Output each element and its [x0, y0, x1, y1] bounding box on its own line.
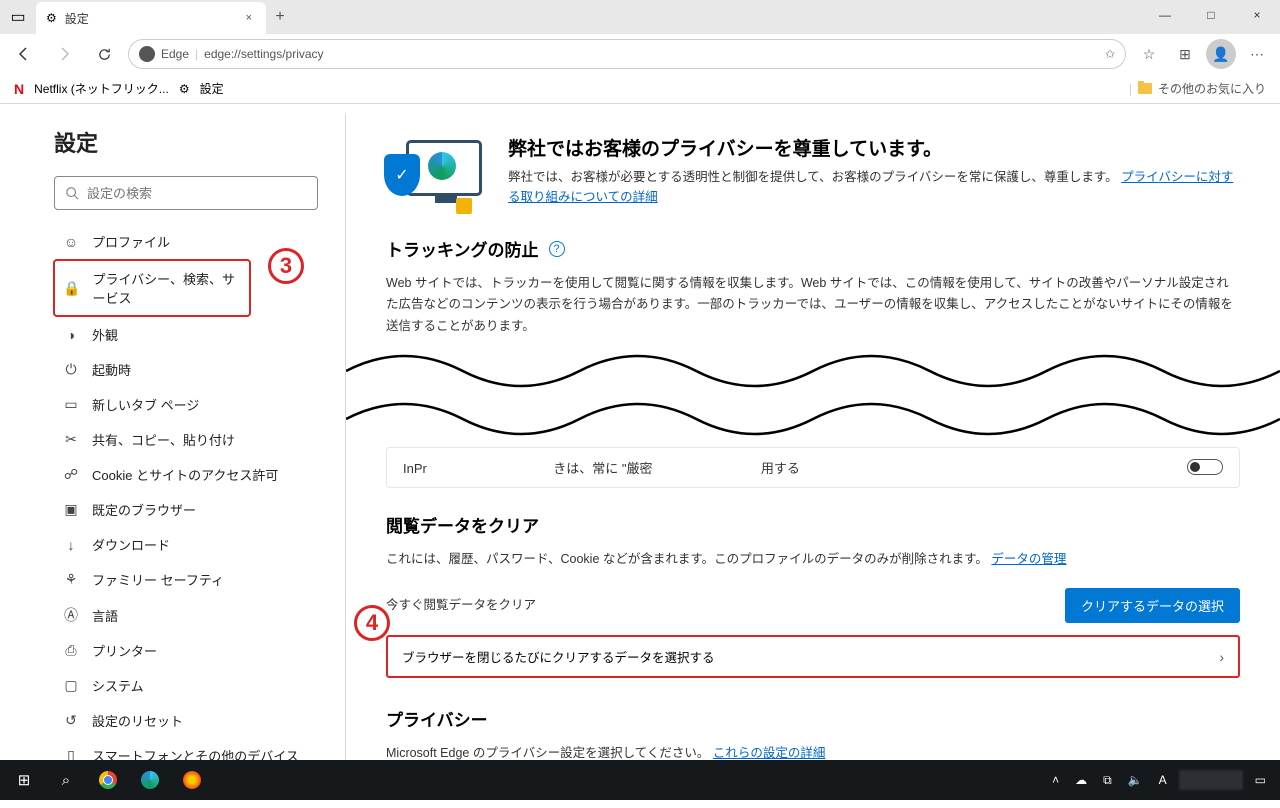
settings-main: ✓ 弊社ではお客様のプライバシーを尊重しています。 弊社では、お客様が必要とする… — [346, 104, 1280, 760]
sidebar-item-startup[interactable]: ⏻起動時 — [54, 352, 315, 387]
settings-sidebar: 設定 ☺プロファイル 🔒プライバシー、検索、サービス ◑外観 ⏻起動時 ▭新しい… — [0, 104, 345, 760]
edge-icon — [141, 771, 159, 789]
privacy-badge-icon: ✓ — [386, 134, 478, 210]
language-icon: Ⓐ — [62, 605, 80, 625]
taskbar-search[interactable]: ⌕ — [46, 760, 86, 800]
firefox-icon — [183, 771, 201, 789]
reading-mode-icon[interactable]: ✩ — [1105, 47, 1115, 61]
sidebar-heading: 設定 — [54, 126, 315, 158]
gear-icon: ⚙ — [46, 11, 57, 25]
sidebar-item-printer[interactable]: ⎙プリンター — [54, 633, 315, 668]
folder-icon — [1138, 83, 1152, 94]
browser-icon: ▣ — [62, 501, 80, 518]
tracking-description: Web サイトでは、トラッカーを使用して閲覧に関する情報を収集します。Web サ… — [386, 273, 1240, 337]
favorite-icon[interactable]: ☆ — [1134, 39, 1164, 69]
privacy-heading: プライバシー — [386, 706, 1240, 731]
hero-title: 弊社ではお客様のプライバシーを尊重しています。 — [508, 134, 1240, 161]
sidebar-item-default[interactable]: ▣既定のブラウザー — [54, 492, 315, 527]
fav-settings[interactable]: 設定 — [200, 80, 224, 97]
back-button[interactable] — [8, 38, 40, 70]
tab-title: 設定 — [65, 10, 234, 27]
search-input[interactable] — [54, 176, 318, 210]
window-titlebar: ▭ ⚙ 設定 × + — □ × — [0, 0, 1280, 34]
lock-icon: 🔒 — [63, 280, 80, 297]
sidebar-item-privacy[interactable]: 🔒プライバシー、検索、サービス — [53, 259, 251, 317]
info-icon[interactable]: ? — [549, 241, 565, 257]
sidebar-item-newtab[interactable]: ▭新しいタブ ページ — [54, 387, 315, 422]
refresh-button[interactable] — [88, 38, 120, 70]
search-icon — [65, 186, 79, 200]
tray-network-icon[interactable]: ⧉ — [1099, 773, 1116, 788]
inprivate-strict-row: InPr きは、常に "厳密 用する — [386, 447, 1240, 488]
window-close-button[interactable]: × — [1234, 0, 1280, 30]
privacy-settings-link[interactable]: これらの設定の詳細 — [713, 746, 826, 760]
sidebar-item-reset[interactable]: ↺設定のリセット — [54, 703, 315, 738]
annotation-4: 4 — [354, 605, 390, 641]
tray-volume-icon[interactable]: 🔈 — [1124, 773, 1147, 787]
printer-icon: ⎙ — [62, 642, 80, 659]
tab-icon: ▭ — [62, 396, 80, 413]
profile-icon: ☺ — [62, 234, 80, 250]
address-bar[interactable]: Edge | edge://settings/privacy ✩ — [128, 39, 1126, 69]
forward-button[interactable] — [48, 38, 80, 70]
clear-now-label: 今すぐ閲覧データをクリア — [386, 595, 536, 616]
power-icon: ⏻ — [62, 361, 80, 378]
edge-icon — [139, 46, 155, 62]
collections-icon[interactable]: ⊞ — [1170, 39, 1200, 69]
cookie-icon: ☍ — [62, 466, 80, 483]
gear-icon: ⚙ — [179, 82, 190, 96]
close-icon[interactable]: × — [242, 10, 256, 26]
profile-avatar[interactable]: 👤 — [1206, 39, 1236, 69]
chevron-right-icon: › — [1219, 649, 1224, 665]
clear-data-heading: 閲覧データをクリア — [386, 512, 1240, 537]
favorites-bar: N Netflix (ネットフリック... ⚙ 設定 | その他のお気に入り — [0, 74, 1280, 104]
toggle-switch[interactable] — [1187, 459, 1223, 475]
appearance-icon: ◑ — [62, 327, 80, 343]
browser-toolbar: Edge | edge://settings/privacy ✩ ☆ ⊞ 👤 ⋯ — [0, 34, 1280, 74]
taskbar-chrome[interactable] — [88, 760, 128, 800]
minimize-button[interactable]: — — [1142, 0, 1188, 30]
choose-clear-button[interactable]: クリアするデータの選択 — [1065, 588, 1240, 623]
sidebar-item-appearance[interactable]: ◑外観 — [54, 317, 315, 352]
sidebar-item-share[interactable]: ✂共有、コピー、貼り付け — [54, 422, 315, 457]
taskbar-edge[interactable] — [130, 760, 170, 800]
content-omitted-wave — [346, 341, 1280, 441]
reset-icon: ↺ — [62, 712, 80, 729]
share-icon: ✂ — [62, 431, 80, 448]
sidebar-item-downloads[interactable]: ↓ダウンロード — [54, 527, 315, 562]
tab-actions-icon[interactable]: ▭ — [0, 0, 36, 34]
system-icon: ▢ — [62, 677, 80, 694]
sidebar-item-cookies[interactable]: ☍Cookie とサイトのアクセス許可 — [54, 457, 315, 492]
clock-blurred — [1179, 770, 1243, 790]
taskbar-firefox[interactable] — [172, 760, 212, 800]
sidebar-item-family[interactable]: ⚘ファミリー セーフティ — [54, 562, 315, 597]
new-tab-button[interactable]: + — [266, 8, 294, 26]
fav-other[interactable]: その他のお気に入り — [1158, 80, 1266, 97]
tray-onedrive-icon[interactable]: ☁ — [1071, 773, 1091, 787]
manage-data-link[interactable]: データの管理 — [991, 552, 1066, 566]
ime-indicator[interactable]: A — [1155, 773, 1171, 787]
download-icon: ↓ — [62, 537, 80, 553]
chrome-icon — [99, 771, 117, 789]
sidebar-item-language[interactable]: Ⓐ言語 — [54, 597, 315, 633]
browser-tab[interactable]: ⚙ 設定 × — [36, 2, 266, 34]
start-button[interactable]: ⊞ — [4, 760, 44, 800]
tray-chevron-icon[interactable]: ˄ — [1048, 773, 1063, 787]
addr-label: Edge — [161, 47, 189, 61]
tracking-heading: トラッキングの防止 — [386, 236, 539, 261]
action-center-icon[interactable]: ▭ — [1251, 773, 1270, 787]
maximize-button[interactable]: □ — [1188, 0, 1234, 30]
annotation-3: 3 — [268, 248, 304, 284]
netflix-icon: N — [14, 81, 24, 97]
clear-on-close-row[interactable]: ブラウザーを閉じるたびにクリアするデータを選択する › — [386, 635, 1240, 678]
favbar-divider: | — [1129, 82, 1132, 96]
sidebar-item-system[interactable]: ▢システム — [54, 668, 315, 703]
menu-icon[interactable]: ⋯ — [1242, 39, 1272, 69]
windows-taskbar: ⊞ ⌕ ˄ ☁ ⧉ 🔈 A ▭ — [0, 760, 1280, 800]
family-icon: ⚘ — [62, 571, 80, 588]
url-text: edge://settings/privacy — [204, 47, 1099, 61]
fav-netflix[interactable]: Netflix (ネットフリック... — [34, 80, 169, 97]
